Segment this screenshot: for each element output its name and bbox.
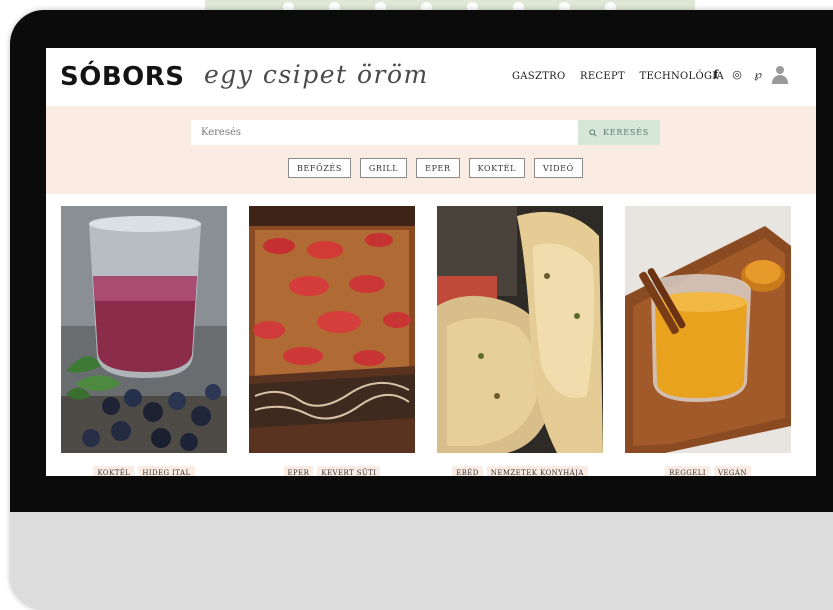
recipe-card[interactable]: REGGELI VEGÁN [625,206,791,476]
social-links: f ◎ ℘ [707,68,767,81]
search-band: KERESÉS BEFŐZÉS GRILL EPER KOKTÉL VIDEÓ [46,106,816,194]
tag-filter[interactable]: KOKTÉL [468,158,526,178]
recipe-tag[interactable]: NEMZETEK KONYHÁJA [486,466,588,476]
recipe-image-golden-latte[interactable] [625,206,791,453]
main-nav: GASZTRO RECEPT TECHNOLÓGIA [512,71,735,82]
recipe-card[interactable]: EBÉD NEMZETEK KONYHÁJA [437,206,603,476]
recipe-image-pastry[interactable] [437,206,603,453]
recipe-card-tags: EBÉD NEMZETEK KONYHÁJA [437,466,603,476]
facebook-icon[interactable]: f [707,68,725,81]
recipe-tag[interactable]: VEGÁN [713,466,751,476]
recipe-image-berry-drink[interactable] [61,206,227,453]
recipe-card-tags: KOKTÉL HIDEG ITAL [61,466,227,476]
tag-filter[interactable]: VIDEÓ [534,158,583,178]
site-logo[interactable]: SÓBORS [60,62,185,92]
recipe-tag[interactable]: HIDEG ITAL [138,466,195,476]
recipe-tag[interactable]: KEVERT SÜTI [317,466,381,476]
search-icon [589,128,597,137]
search-button[interactable]: KERESÉS [578,120,660,145]
recipe-card-tags: EPER KEVERT SÜTI [249,466,415,476]
user-avatar-icon[interactable] [772,66,788,84]
recipe-card-tags: REGGELI VEGÁN [625,466,791,476]
nav-item-gasztro[interactable]: GASZTRO [512,71,566,82]
recipe-tag[interactable]: KOKTÉL [93,466,135,476]
recipe-tag[interactable]: REGGELI [665,466,710,476]
tag-filter-row: BEFŐZÉS GRILL EPER KOKTÉL VIDEÓ [288,158,583,178]
recipe-tag[interactable]: EPER [283,466,314,476]
instagram-icon[interactable]: ◎ [728,68,746,81]
monitor-bezel: SÓBORS egy csipet öröm GASZTRO RECEPT TE… [10,10,833,512]
recipe-card[interactable]: KOKTÉL HIDEG ITAL [61,206,227,476]
recipe-tag[interactable]: EBÉD [452,466,483,476]
search-button-label: KERESÉS [602,128,650,137]
search-input[interactable] [191,120,581,145]
tag-filter[interactable]: BEFŐZÉS [288,158,351,178]
tag-filter[interactable]: EPER [416,158,460,178]
recipe-card[interactable]: EPER KEVERT SÜTI [249,206,415,476]
nav-item-recept[interactable]: RECEPT [580,71,625,82]
site-header: SÓBORS egy csipet öröm GASZTRO RECEPT TE… [46,48,816,106]
pinterest-icon[interactable]: ℘ [749,68,767,81]
monitor-frame: SÓBORS egy csipet öröm GASZTRO RECEPT TE… [10,10,833,610]
recipe-image-strawberry-cake[interactable] [249,206,415,453]
website-screen: SÓBORS egy csipet öröm GASZTRO RECEPT TE… [46,48,816,476]
site-tagline: egy csipet öröm [204,60,429,89]
tag-filter[interactable]: GRILL [359,158,408,178]
